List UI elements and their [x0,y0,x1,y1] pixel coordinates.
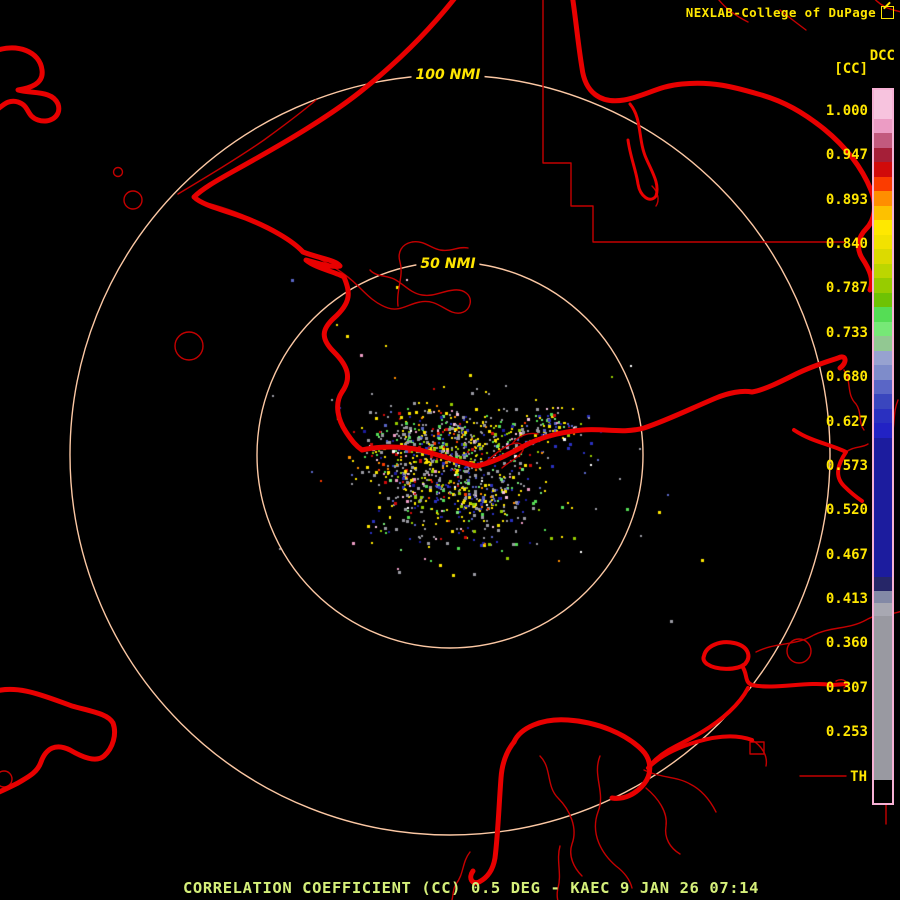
colorbar-segment [874,365,892,380]
brand-text: NEXLAB-College of DuPage [685,5,876,20]
range-ring-label: 50 NMI [416,255,480,273]
colorbar-segment [874,90,892,119]
colorbar-tick-label: 0.253 [825,724,868,741]
colorbar-segment [874,191,892,206]
colorbar-tick-label: 0.893 [825,191,868,208]
colorbar-segment [874,423,892,438]
colorbar-tick-label: 0.573 [825,457,868,474]
colorbar-segment [874,351,892,365]
colorbar-segment [874,162,892,177]
colorbar-segment [874,380,892,394]
colorbar-tick-label: 0.787 [825,280,868,297]
colorbar-segment [874,603,892,616]
colorbar-tick-label: 0.360 [825,635,868,652]
colorbar-segment [874,780,892,801]
product-status-line: CORRELATION COEFFICIENT (CC) 0.5 DEG - K… [183,879,760,897]
island-northwest-blob [0,45,62,124]
colorbar-segment [874,577,892,591]
colorbar-segments [874,90,892,801]
external-link-icon [881,6,894,19]
map-thick-outlines [0,0,877,886]
island-southwest-blob [0,686,118,795]
ring-50nmi [256,261,644,649]
colorbar-segment [874,293,892,307]
colorbar-title: DCC [869,48,895,64]
range-ring-label: 100 NMI [411,66,485,84]
colorbar-tick-label: 0.627 [825,413,868,430]
colorbar-segment [874,177,892,191]
colorbar-segment [874,220,892,235]
colorbar-tick-label: 0.307 [825,679,868,696]
colorbar-segment [874,307,892,322]
bayou-lake [511,717,653,801]
colorbar-segment [874,616,892,780]
colorbar [872,88,894,805]
coastline-northwest [191,0,848,469]
colorbar-segment [874,235,892,249]
colorbar-tick-label: 0.733 [825,324,868,341]
colorbar-tick-label: 0.840 [825,236,868,253]
colorbar-units: [CC] [834,61,868,77]
colorbar-threshold-label: TH [850,769,867,785]
radar-map-layer [0,0,900,900]
colorbar-segment [874,322,892,336]
colorbar-segment [874,148,892,162]
county-border [542,0,847,243]
map-thin-outlines [0,0,900,900]
colorbar-segment [874,206,892,220]
radar-display: NEXLAB-College of DuPage DCC [CC] 1.000 0… [0,0,900,900]
colorbar-segment [874,278,892,293]
colorbar-tick-label: 1.000 [825,103,868,119]
colorbar-segment [874,133,892,148]
colorbar-segment [874,336,892,351]
colorbar-segment [874,264,892,278]
colorbar-tick-label: 0.680 [825,369,868,386]
colorbar-segment [874,249,892,264]
colorbar-segment [874,119,892,133]
colorbar-segment [874,409,892,423]
colorbar-tick-label: 0.413 [825,590,868,607]
colorbar-segment [874,438,892,577]
colorbar-tick-label: 0.520 [825,502,868,519]
colorbar-segment [874,591,892,603]
colorbar-segment [874,394,892,409]
colorbar-tick-label: 0.947 [825,147,868,164]
brand: NEXLAB-College of DuPage [686,5,894,20]
colorbar-tick-label: 0.467 [825,546,868,563]
